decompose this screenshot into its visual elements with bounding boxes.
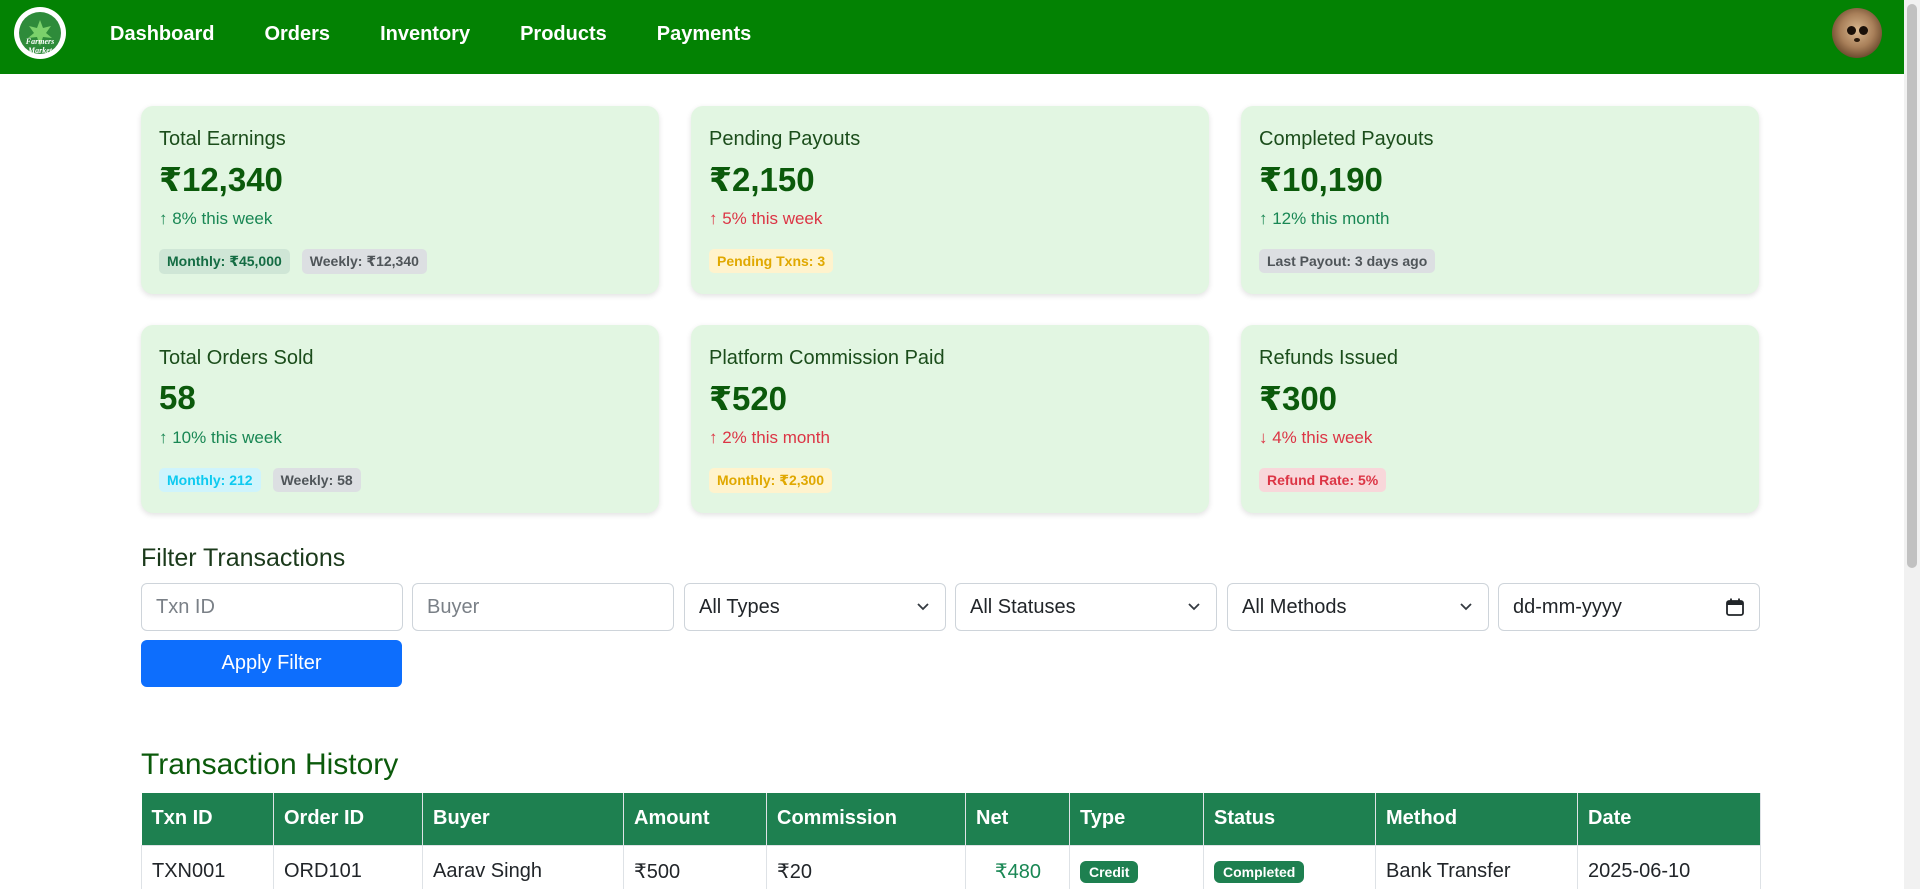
type-select[interactable]: All Types — [684, 583, 946, 631]
column-header[interactable]: Net — [965, 793, 1070, 845]
card-total-earnings: Total Earnings ₹12,340 ↑ 8% this week Mo… — [141, 106, 659, 294]
card-trend: ↑ 10% this week — [159, 428, 282, 447]
top-navbar: Farmers Market Dashboard Orders Inventor… — [0, 0, 1904, 74]
cell-buyer: Aarav Singh — [422, 844, 624, 889]
card-title: Platform Commission Paid — [709, 347, 945, 369]
column-header[interactable]: Buyer — [422, 793, 624, 845]
status-badge: Completed — [1214, 860, 1305, 883]
card-trend: ↑ 2% this month — [709, 428, 830, 447]
nav-link-inventory[interactable]: Inventory — [380, 23, 470, 46]
chevron-down-icon — [917, 603, 929, 611]
status-badge: Pending Txns: 3 — [709, 249, 834, 273]
status-badge: Weekly: 58 — [272, 468, 361, 492]
card-pending-payouts: Pending Payouts ₹2,150 ↑ 5% this week Pe… — [691, 106, 1209, 294]
avatar-eye — [1859, 26, 1868, 35]
nav-links: Dashboard Orders Inventory Products Paym… — [110, 0, 801, 68]
transaction-table: Txn ID Order ID Buyer Amount Commission … — [141, 793, 1761, 889]
apply-filter-button[interactable]: Apply Filter — [141, 640, 402, 687]
type-badge: Credit — [1080, 860, 1139, 883]
date-input-value: dd-mm-yyyy — [1513, 595, 1622, 618]
type-select-value: All Types — [699, 595, 780, 618]
card-total-orders-sold: Total Orders Sold 58 ↑ 10% this week Mon… — [141, 325, 659, 513]
nav-link-orders[interactable]: Orders — [264, 23, 330, 46]
method-select[interactable]: All Methods — [1227, 583, 1489, 631]
card-title: Total Earnings — [159, 128, 286, 150]
card-badges: Monthly: ₹2,300 — [709, 468, 832, 493]
user-avatar[interactable] — [1832, 8, 1882, 58]
nav-link-dashboard[interactable]: Dashboard — [110, 23, 214, 46]
nav-link-products[interactable]: Products — [520, 23, 607, 46]
status-badge: Monthly: ₹45,000 — [159, 249, 290, 274]
cell-commission: ₹20 — [766, 844, 966, 889]
status-badge: Monthly: 212 — [159, 468, 261, 492]
status-badge: Refund Rate: 5% — [1259, 468, 1387, 492]
cell-net: ₹480 — [965, 844, 1070, 889]
column-header[interactable]: Txn ID — [141, 793, 274, 845]
status-badge: Weekly: ₹12,340 — [301, 249, 427, 274]
column-header[interactable]: Commission — [766, 793, 966, 845]
card-title: Refunds Issued — [1259, 347, 1398, 369]
table-header-row: Txn ID Order ID Buyer Amount Commission … — [141, 793, 1761, 845]
brand-logo[interactable]: Farmers Market — [14, 7, 66, 59]
cell-amount: ₹500 — [623, 844, 767, 889]
avatar-nose — [1854, 38, 1860, 42]
card-badges: Pending Txns: 3 — [709, 249, 834, 273]
txn-id-input[interactable]: Txn ID — [141, 583, 403, 631]
chevron-down-icon — [1460, 603, 1472, 611]
cell-order-id: ORD101 — [273, 844, 423, 889]
status-badge: Monthly: ₹2,300 — [709, 468, 832, 493]
table-row[interactable]: TXN001 ORD101 Aarav Singh ₹500 ₹20 ₹480 … — [141, 844, 1761, 889]
card-badges: Monthly: ₹45,000 Weekly: ₹12,340 — [159, 249, 427, 274]
card-completed-payouts: Completed Payouts ₹10,190 ↑ 12% this mon… — [1241, 106, 1759, 294]
card-refunds-issued: Refunds Issued ₹300 ↓ 4% this week Refun… — [1241, 325, 1759, 513]
column-header[interactable]: Status — [1203, 793, 1376, 845]
cell-type: Credit — [1069, 844, 1204, 889]
card-trend: ↑ 5% this week — [709, 209, 823, 228]
scrollbar-thumb[interactable] — [1907, 4, 1917, 568]
column-header[interactable]: Order ID — [273, 793, 423, 845]
card-badges: Last Payout: 3 days ago — [1259, 249, 1436, 273]
card-value: ₹10,190 — [1259, 161, 1383, 198]
column-header[interactable]: Method — [1375, 793, 1578, 845]
cell-date: 2025-06-10 — [1577, 844, 1761, 889]
card-value: 58 — [159, 379, 196, 416]
card-badges: Monthly: 212 Weekly: 58 — [159, 468, 361, 492]
nav-link-payments[interactable]: Payments — [657, 23, 752, 46]
filter-title: Filter Transactions — [141, 544, 346, 572]
card-value: ₹2,150 — [709, 161, 815, 198]
chevron-down-icon — [1188, 603, 1200, 611]
logo-text: Farmers Market — [25, 37, 55, 55]
date-input[interactable]: dd-mm-yyyy — [1498, 583, 1760, 631]
cell-txn-id: TXN001 — [141, 844, 274, 889]
card-value: ₹12,340 — [159, 161, 283, 198]
card-value: ₹300 — [1259, 380, 1338, 417]
transaction-history-title: Transaction History — [141, 748, 399, 781]
method-select-value: All Methods — [1242, 595, 1347, 618]
card-value: ₹520 — [709, 380, 788, 417]
card-trend: ↓ 4% this week — [1259, 428, 1373, 447]
cell-method: Bank Transfer — [1375, 844, 1578, 889]
card-platform-commission: Platform Commission Paid ₹520 ↑ 2% this … — [691, 325, 1209, 513]
column-header[interactable]: Amount — [623, 793, 767, 845]
card-trend: ↑ 8% this week — [159, 209, 273, 228]
status-badge: Last Payout: 3 days ago — [1259, 249, 1436, 273]
card-title: Pending Payouts — [709, 128, 861, 150]
column-header[interactable]: Type — [1069, 793, 1204, 845]
column-header[interactable]: Date — [1577, 793, 1761, 845]
card-badges: Refund Rate: 5% — [1259, 468, 1387, 492]
card-trend: ↑ 12% this month — [1259, 209, 1390, 228]
cell-status: Completed — [1203, 844, 1376, 889]
avatar-eye — [1847, 26, 1856, 35]
calendar-icon[interactable] — [1725, 597, 1745, 617]
status-select-value: All Statuses — [970, 595, 1076, 618]
status-select[interactable]: All Statuses — [955, 583, 1217, 631]
buyer-input[interactable]: Buyer — [412, 583, 674, 631]
card-title: Completed Payouts — [1259, 128, 1434, 150]
card-title: Total Orders Sold — [159, 347, 314, 369]
page-scrollbar[interactable] — [1904, 0, 1920, 889]
